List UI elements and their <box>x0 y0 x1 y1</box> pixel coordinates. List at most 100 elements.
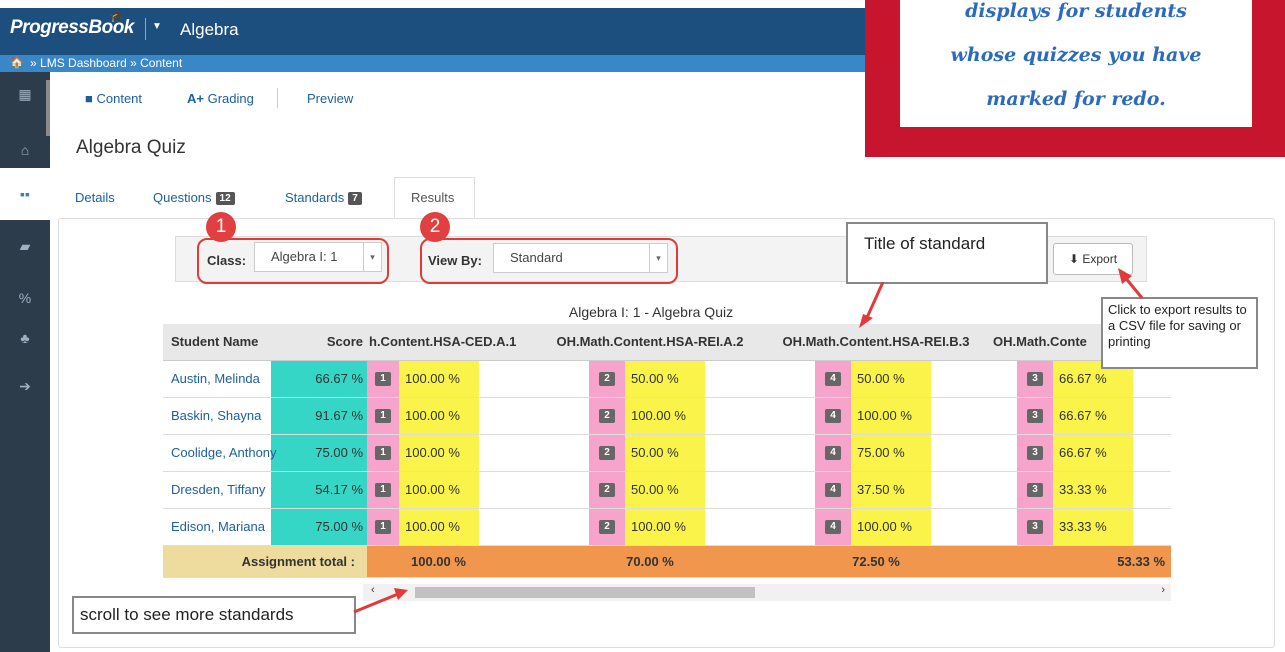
percent-cell: 33.33 % <box>1053 471 1133 508</box>
highlight-ring <box>197 238 389 284</box>
results-table: Student Name Score h.Content.HSA-CED.A.1… <box>163 324 1171 578</box>
student-link[interactable]: Austin, Melinda <box>171 371 260 386</box>
dashboard-icon[interactable]: ▪▪ <box>0 168 50 220</box>
grading-link[interactable]: A+ Grading <box>187 91 254 106</box>
student-link[interactable]: Dresden, Tiffany <box>171 482 265 497</box>
percent-cell: 100.00 % <box>399 397 479 434</box>
percent-cell: 100.00 % <box>399 508 479 545</box>
percent-cell: 100.00 % <box>625 508 705 545</box>
total-cell: 70.00 % <box>537 545 763 578</box>
sign-out-icon[interactable]: ➔ <box>0 360 50 412</box>
student-name-cell[interactable]: Coolidge, Anthony <box>163 434 277 472</box>
table-row: Edison, Mariana 75.00 % 1 100.00 % 2 100.00 %… <box>163 508 1171 546</box>
count-badge: 12 <box>215 192 235 205</box>
question-badge-cell: 2 <box>589 397 625 434</box>
tab-standards[interactable]: Standards 7 <box>285 190 362 205</box>
percent-cell: 50.00 % <box>625 360 705 397</box>
percent-cell: 75.00 % <box>851 434 931 471</box>
standard-cell: 4 37.50 % <box>763 471 989 509</box>
preview-link[interactable]: Preview <box>307 91 353 106</box>
percent-cell: 100.00 % <box>625 397 705 434</box>
caret-down-icon[interactable]: ▼ <box>152 21 162 32</box>
question-badge-cell: 2 <box>589 360 625 397</box>
score-cell: 66.67 % <box>271 360 367 398</box>
student-link[interactable]: Coolidge, Anthony <box>171 445 277 460</box>
calendar-icon[interactable]: ▦ <box>0 72 50 124</box>
question-badge-cell: 1 <box>367 508 399 545</box>
question-badge-cell: 1 <box>367 434 399 471</box>
question-count-badge: 2 <box>599 371 615 386</box>
divider <box>277 88 278 108</box>
title-callout: Title of standard <box>846 222 1048 284</box>
percent-cell: 100.00 % <box>851 508 931 545</box>
question-count-badge: 1 <box>375 445 391 460</box>
question-count-badge: 3 <box>1027 371 1043 386</box>
question-badge-cell: 2 <box>589 471 625 508</box>
student-link[interactable]: Edison, Mariana <box>171 519 265 534</box>
question-badge-cell: 3 <box>1017 471 1053 508</box>
horizontal-scrollbar[interactable]: ‹ › <box>363 584 1171 601</box>
student-name-cell[interactable]: Austin, Melinda <box>163 360 271 398</box>
folder-icon: ■ <box>85 91 93 106</box>
student-link[interactable]: Baskin, Shayna <box>171 408 261 423</box>
student-name-cell[interactable]: Baskin, Shayna <box>163 397 271 435</box>
standard-cell: 3 33.33 % <box>989 508 1171 546</box>
breadcrumb-lms-dashboard[interactable]: LMS Dashboard <box>40 56 127 70</box>
question-badge-cell: 4 <box>815 397 851 434</box>
home-icon[interactable]: 🏠 <box>10 55 24 72</box>
question-badge-cell: 4 <box>815 434 851 471</box>
student-name-cell[interactable]: Dresden, Tiffany <box>163 471 271 509</box>
question-badge-cell: 4 <box>815 360 851 397</box>
scroll-right-icon[interactable]: › <box>1161 584 1165 596</box>
breadcrumb-separator: » <box>130 56 137 70</box>
percent-cell: 37.50 % <box>851 471 931 508</box>
col-header-score[interactable]: Score <box>271 324 367 361</box>
export-callout: Click to export results to a CSV file fo… <box>1101 297 1258 369</box>
question-badge-cell: 4 <box>815 471 851 508</box>
tab-questions[interactable]: Questions 12 <box>153 190 235 205</box>
percent-cell: 100.00 % <box>399 471 479 508</box>
app-title: Algebra <box>180 20 239 39</box>
percent-cell: 33.33 % <box>1053 508 1133 545</box>
count-badge: 7 <box>348 192 362 205</box>
table-row: Baskin, Shayna 91.67 % 1 100.00 % 2 100.00 % 4… <box>163 397 1171 435</box>
question-count-badge: 2 <box>599 519 615 534</box>
question-count-badge: 2 <box>599 408 615 423</box>
question-count-badge: 3 <box>1027 482 1043 497</box>
percent-cell: 50.00 % <box>625 434 705 471</box>
col-header-student[interactable]: Student Name <box>163 324 271 361</box>
standard-cell: 1 100.00 % <box>367 360 537 398</box>
standard-cell: 4 75.00 % <box>763 434 989 472</box>
question-count-badge: 2 <box>599 445 615 460</box>
standard-cell: 4 100.00 % <box>763 508 989 546</box>
col-header-standard[interactable]: OH.Math.Content.HSA-REI.A.2 <box>537 324 763 361</box>
table-row: Coolidge, Anthony 75.00 % 1 100.00 % 2 50.00 … <box>163 434 1171 472</box>
scrollbar-thumb[interactable] <box>415 587 755 598</box>
scroll-callout: scroll to see more standards <box>72 596 356 634</box>
student-name-cell[interactable]: Edison, Mariana <box>163 508 271 546</box>
question-count-badge: 1 <box>375 482 391 497</box>
highlight-ring <box>420 238 678 284</box>
question-count-badge: 1 <box>375 408 391 423</box>
question-badge-cell: 1 <box>367 397 399 434</box>
book-icon[interactable]: ▰ <box>0 220 50 272</box>
score-cell: 91.67 % <box>271 397 367 435</box>
grading-icon: A+ <box>187 91 204 106</box>
question-badge-cell: 3 <box>1017 360 1053 397</box>
tab-details[interactable]: Details <box>75 190 115 205</box>
percent-cell: 100.00 % <box>399 434 479 471</box>
content-link[interactable]: ■ Content <box>85 91 142 106</box>
percent-cell: 66.67 % <box>1053 397 1133 434</box>
table-row: Dresden, Tiffany 54.17 % 1 100.00 % 2 50.00 %… <box>163 471 1171 509</box>
question-badge-cell: 3 <box>1017 508 1053 545</box>
percent-cell: 100.00 % <box>399 360 479 397</box>
standard-cell: 2 50.00 % <box>537 471 763 509</box>
question-count-badge: 3 <box>1027 519 1043 534</box>
breadcrumb-content[interactable]: Content <box>140 56 182 70</box>
col-header-standard[interactable]: h.Content.HSA-CED.A.1 <box>367 324 537 361</box>
standard-cell: 1 100.00 % <box>367 471 537 509</box>
percent-cell: 50.00 % <box>625 471 705 508</box>
total-cell: 53.33 % <box>989 545 1171 578</box>
question-count-badge: 4 <box>825 408 841 423</box>
question-count-badge: 4 <box>825 371 841 386</box>
